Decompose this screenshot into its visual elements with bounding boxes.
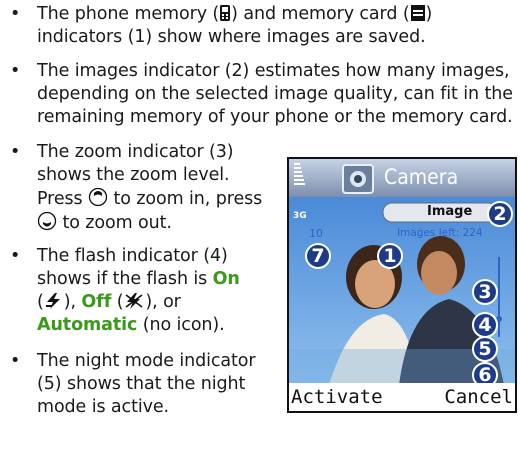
network-indicator: 3G: [293, 211, 307, 221]
callout-7: 7: [305, 243, 331, 269]
scroll-up-key-icon: [88, 187, 108, 207]
phone-memory-icon: [220, 5, 231, 21]
bullet-dot: •: [10, 4, 21, 24]
callout-3: 3: [472, 279, 498, 305]
text: to zoom out.: [62, 213, 172, 233]
images-left-indicator: Images left: 224: [397, 227, 483, 239]
camera-viewfinder-screenshot: 3G Camera Image 10 Images left: 224 1 2 …: [287, 157, 517, 413]
flash-off-icon: [125, 293, 143, 309]
text: depending on the selected image quality,…: [37, 84, 513, 104]
text: shows the zoom level.: [37, 165, 230, 185]
callout-4: 4: [472, 312, 498, 338]
text: mode is active.: [37, 397, 169, 417]
bullet-dot: •: [10, 61, 21, 81]
text: remaining memory of your phone or the me…: [37, 107, 513, 127]
capture-mode-label: Image: [427, 204, 473, 219]
text: The zoom indicator (3): [37, 142, 234, 162]
flash-off-label: Off: [81, 292, 112, 312]
memory-card-icon: [410, 5, 425, 21]
text: ), or: [145, 292, 181, 312]
softkey-bar: Activate Cancel: [289, 383, 515, 411]
flash-auto-label: Automatic: [37, 315, 138, 335]
activate-softkey[interactable]: Activate: [291, 386, 383, 408]
flash-on-label: On: [212, 269, 240, 289]
text: to zoom in, press: [113, 189, 263, 209]
text: (5) shows that the night: [37, 374, 246, 394]
text: (: [37, 292, 44, 312]
text: The flash indicator (4): [37, 246, 228, 266]
bullet-dot: •: [10, 246, 21, 266]
text: shows if the flash is: [37, 269, 208, 289]
bullet-dot: •: [10, 351, 21, 371]
cancel-softkey[interactable]: Cancel: [444, 386, 513, 408]
text: ),: [63, 292, 76, 312]
bullet-images-indicator: • The images indicator (2) estimates how…: [10, 60, 513, 129]
bullet-zoom-indicator: • The zoom indicator (3) shows the zoom …: [10, 141, 263, 235]
bullet-dot: •: [10, 142, 21, 162]
text: ): [425, 4, 433, 24]
scroll-down-key-icon: [37, 211, 57, 231]
callout-5: 5: [472, 336, 498, 362]
text: (: [116, 292, 124, 312]
bullet-memory-indicators: • The phone memory ( ) and memory card ()…: [10, 3, 433, 49]
flash-on-icon: [45, 293, 60, 309]
text: (no icon).: [142, 315, 225, 335]
text: The phone memory (: [37, 4, 220, 24]
app-title: Camera: [384, 165, 459, 189]
callout-2: 2: [487, 201, 513, 227]
callout-1: 1: [377, 243, 403, 269]
bullet-night-mode-indicator: • The night mode indicator (5) shows tha…: [10, 350, 256, 419]
text: Press: [37, 189, 83, 209]
text: ) and memory card (: [231, 4, 410, 24]
text: The night mode indicator: [37, 351, 256, 371]
self-timer-indicator: 10: [309, 227, 323, 240]
text: The images indicator (2) estimates how m…: [37, 61, 510, 81]
text: indicators (1) show where images are sav…: [37, 27, 426, 47]
bullet-flash-indicator: • The flash indicator (4) shows if the f…: [10, 245, 240, 337]
